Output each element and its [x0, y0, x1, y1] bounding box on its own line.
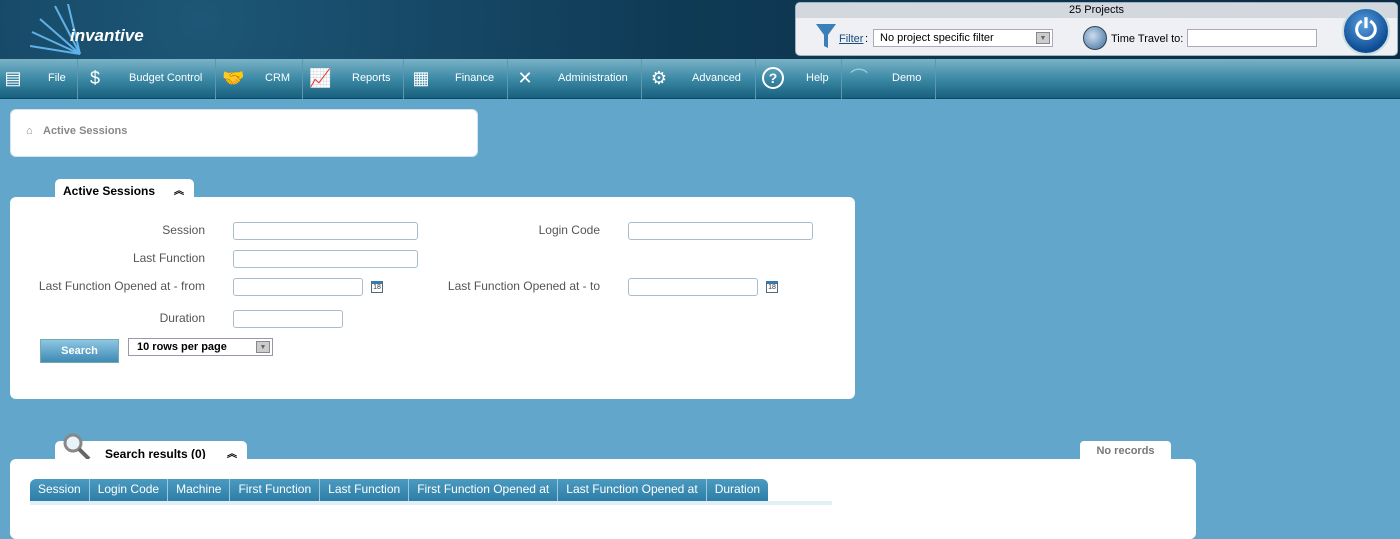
tab-title: Active Sessions: [63, 184, 156, 198]
login-code-input[interactable]: [628, 222, 813, 240]
duration-label: Duration: [159, 311, 205, 325]
opened-to-input[interactable]: [628, 278, 758, 296]
calendar-icon[interactable]: 18: [371, 281, 383, 293]
menu-item-budget-control[interactable]: $ Budget Control: [78, 59, 216, 99]
column-header-last-function[interactable]: Last Function: [320, 479, 410, 501]
time-travel-icon: [1083, 26, 1107, 50]
opened-to-label: Last Function Opened at - to: [447, 279, 600, 293]
filter-funnel-icon: [816, 24, 836, 48]
filter-colon: :: [865, 33, 869, 45]
main-menu: ▤ File $ Budget Control 🤝 CRM 📈 Reports ▦ Fin…: [0, 59, 1400, 99]
question-icon: ?: [762, 67, 784, 89]
project-filter-value: No project specific filter: [880, 32, 994, 44]
column-header-first-function-opened-at[interactable]: First Function Opened at: [409, 479, 559, 501]
collapse-chevron-icon[interactable]: ︽: [174, 182, 184, 197]
presentation-board-icon: 📈: [309, 68, 332, 88]
search-button[interactable]: Search: [40, 339, 119, 363]
column-header-first-function[interactable]: First Function: [230, 479, 321, 501]
column-header-machine[interactable]: Machine: [168, 479, 231, 501]
opened-from-input[interactable]: [233, 278, 363, 296]
invantive-logo[interactable]: invantive: [30, 4, 150, 56]
rows-per-page-value: 10 rows per page: [137, 341, 227, 353]
login-code-label: Login Code: [538, 223, 600, 237]
menu-item-demo[interactable]: ⌒ Demo: [842, 59, 936, 99]
last-function-label: Last Function: [132, 251, 205, 265]
calendar-icon[interactable]: 18: [766, 281, 778, 293]
handshake-icon: 🤝: [222, 68, 245, 88]
column-header-login-code[interactable]: Login Code: [90, 479, 169, 501]
logo-text: invantive: [70, 26, 144, 45]
column-header-duration[interactable]: Duration: [707, 479, 768, 501]
duration-input[interactable]: [233, 310, 343, 328]
column-header-session[interactable]: Session: [30, 479, 90, 501]
session-label: Session: [162, 223, 205, 237]
session-input[interactable]: [233, 222, 418, 240]
project-filter-select[interactable]: No project specific filter ▼: [873, 29, 1053, 47]
search-results-panel: Session Login Code Machine First Functio…: [10, 459, 1196, 539]
opened-from-label: Last Function Opened at - from: [38, 279, 205, 293]
menu-item-help[interactable]: ? Help: [756, 59, 842, 99]
gears-icon: ⚙: [650, 68, 668, 88]
menu-item-file[interactable]: ▤ File: [0, 59, 78, 99]
home-icon[interactable]: ⌂: [26, 125, 33, 137]
project-panel: 25 Projects Filter : No project specific…: [795, 2, 1398, 56]
invantive-logo-icon: ⌒: [850, 68, 868, 88]
collapse-chevron-icon[interactable]: ︽: [227, 445, 237, 460]
logout-power-button[interactable]: ⏻: [1342, 7, 1390, 55]
tools-icon: ✕: [517, 68, 533, 88]
rows-per-page-select[interactable]: 10 rows per page ▼: [128, 338, 273, 356]
app-header: invantive 25 Projects Filter : No projec…: [0, 0, 1400, 59]
file-cabinet-icon: ▤: [4, 68, 22, 88]
menu-item-reports[interactable]: 📈 Reports: [303, 59, 404, 99]
money-bag-icon: $: [89, 68, 100, 88]
chevron-down-icon[interactable]: ▼: [256, 341, 270, 353]
breadcrumb: ⌂ Active Sessions: [10, 109, 478, 157]
last-function-input[interactable]: [233, 250, 418, 268]
table-footer-bar: [30, 501, 832, 505]
filter-link[interactable]: Filter: [839, 33, 863, 45]
menu-item-administration[interactable]: ✕ Administration: [508, 59, 642, 99]
column-header-last-function-opened-at[interactable]: Last Function Opened at: [558, 479, 707, 501]
no-records-label: No records: [1080, 441, 1171, 459]
menu-item-crm[interactable]: 🤝 CRM: [216, 59, 303, 99]
breadcrumb-current: Active Sessions: [43, 125, 128, 137]
project-count: 25 Projects: [796, 3, 1397, 18]
time-travel-label: Time Travel to:: [1111, 33, 1184, 45]
menu-item-advanced[interactable]: ⚙ Advanced: [642, 59, 756, 99]
results-table-header: Session Login Code Machine First Functio…: [30, 479, 769, 501]
chevron-down-icon[interactable]: ▼: [1036, 32, 1050, 44]
menu-item-finance[interactable]: ▦ Finance: [404, 59, 508, 99]
active-sessions-tab[interactable]: Active Sessions ︽: [55, 179, 194, 199]
calculator-icon: ▦: [412, 68, 430, 88]
time-travel-input[interactable]: [1187, 29, 1317, 47]
search-form-panel: Session Login Code Last Function Last Fu…: [10, 197, 855, 399]
magnifier-icon: [63, 433, 91, 461]
